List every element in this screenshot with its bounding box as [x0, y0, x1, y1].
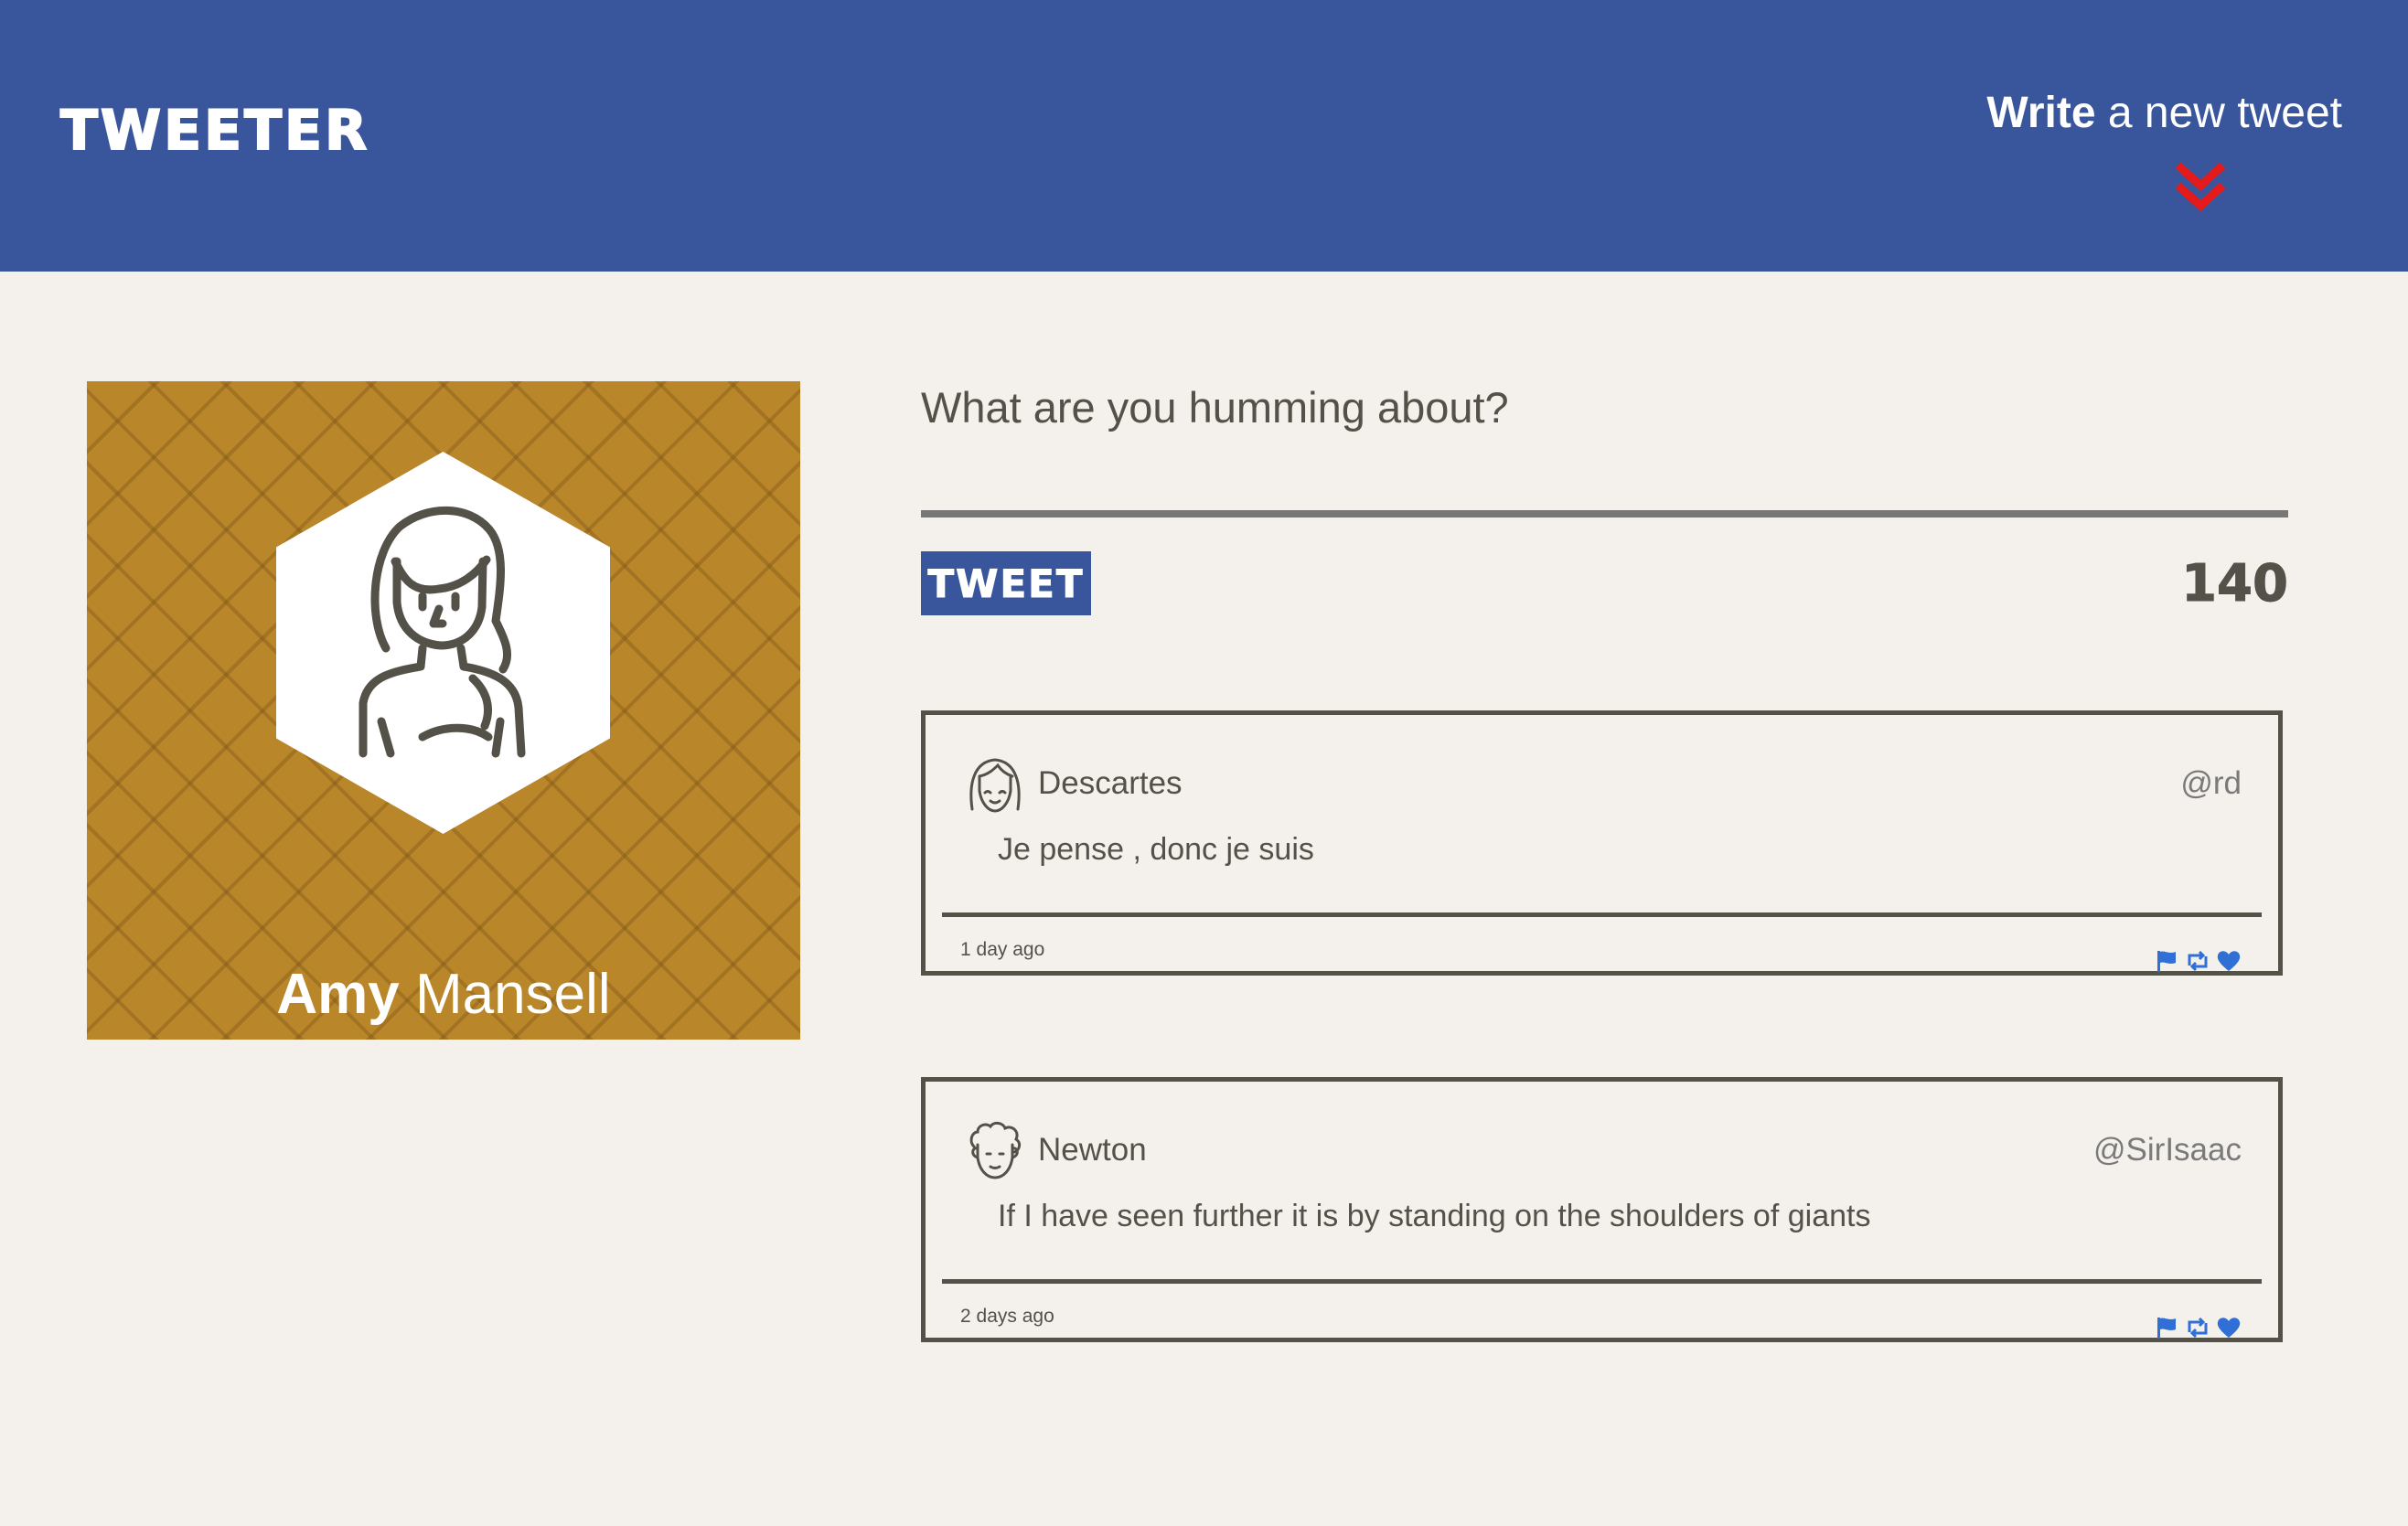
brand-logo[interactable]: TWEETER [59, 98, 369, 164]
tweet-actions [2154, 949, 2245, 973]
tweet-divider [942, 912, 2262, 917]
tweet-actions [2154, 1316, 2245, 1339]
write-label-bold: Write [1986, 89, 2096, 137]
profile-name: Amy Mansell [87, 962, 800, 1027]
retweet-icon[interactable] [2185, 949, 2210, 973]
character-counter: 140 [2181, 554, 2289, 614]
profile-card: Amy Mansell [87, 381, 800, 1040]
woman-avatar-icon [276, 452, 610, 834]
heart-icon[interactable] [2216, 949, 2242, 973]
girl-avatar-icon [969, 758, 1021, 813]
profile-first-name: Amy [276, 963, 400, 1026]
profile-last-name: Mansell [399, 963, 611, 1026]
top-nav: TWEETER Write a new tweet [0, 0, 2408, 272]
curly-hair-man-avatar-icon [969, 1121, 1022, 1179]
write-label-rest: a new tweet [2095, 89, 2342, 137]
tweet-text-input[interactable] [921, 455, 2292, 508]
composer-heading: What are you humming about? [921, 383, 1509, 432]
tweet-author-handle[interactable]: @rd [2180, 765, 2242, 802]
tweet-submit-button[interactable]: TWEET [921, 551, 1091, 615]
tweet-timestamp: 2 days ago [960, 1306, 1054, 1327]
tweet-card: Descartes @rd Je pense , donc je suis 1 … [921, 710, 2283, 976]
flag-icon[interactable] [2154, 949, 2179, 973]
tweet-card: Newton @SirIsaac If I have seen further … [921, 1077, 2283, 1342]
tweet-divider [942, 1279, 2262, 1284]
write-new-tweet-label[interactable]: Write a new tweet [1986, 88, 2342, 138]
new-tweet-composer: What are you humming about? TWEET 140 [921, 375, 2292, 622]
retweet-icon[interactable] [2185, 1316, 2210, 1339]
tweet-author-handle[interactable]: @SirIsaac [2093, 1132, 2242, 1169]
tweet-timestamp: 1 day ago [960, 939, 1045, 960]
composer-underline [921, 455, 2292, 518]
tweet-text: Je pense , donc je suis [998, 832, 1314, 867]
tweet-author-name[interactable]: Newton [1038, 1132, 1147, 1169]
tweet-text: If I have seen further it is by standing… [998, 1199, 1871, 1233]
heart-icon[interactable] [2216, 1316, 2242, 1339]
write-new-tweet-toggle[interactable]: Write a new tweet [1958, 88, 2342, 225]
flag-icon[interactable] [2154, 1316, 2179, 1339]
chevron-double-down-icon[interactable] [2176, 163, 2225, 216]
tweet-author-name[interactable]: Descartes [1038, 765, 1183, 802]
